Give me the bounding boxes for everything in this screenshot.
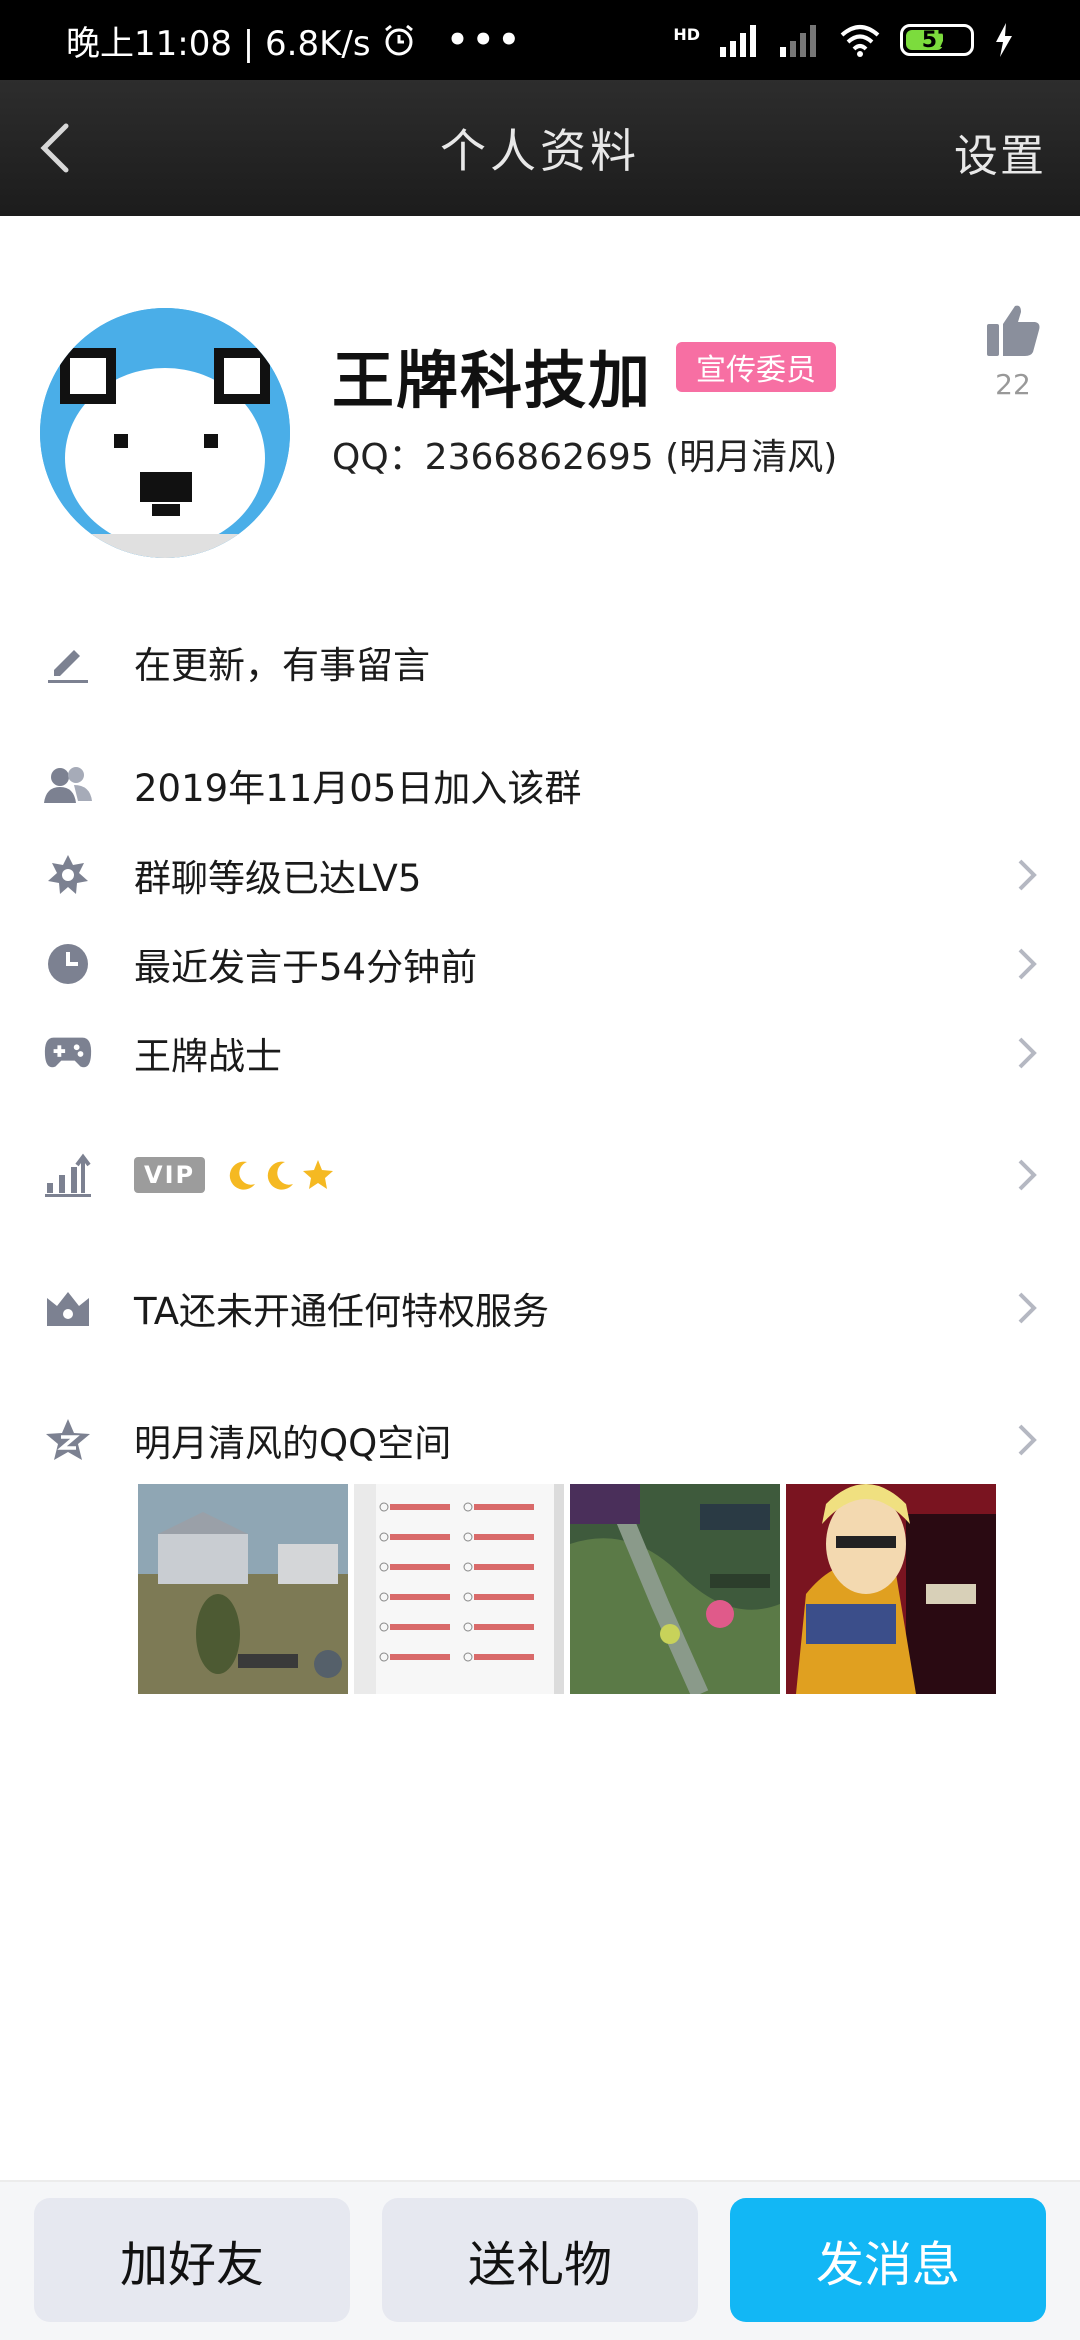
photo-thumbnail[interactable] bbox=[786, 1484, 996, 1694]
gamepad-icon bbox=[44, 1029, 92, 1077]
battery-icon: 57 bbox=[900, 24, 974, 56]
chevron-right-icon bbox=[1018, 1159, 1037, 1191]
chevron-right-icon bbox=[1018, 1292, 1037, 1324]
qzone-row[interactable]: 明月清风的QQ空间 bbox=[0, 1395, 1080, 1485]
chevron-right-icon bbox=[1018, 1424, 1037, 1456]
photo-thumbnail[interactable] bbox=[570, 1484, 780, 1694]
rank-chart-icon bbox=[44, 1151, 92, 1199]
game-text: 王牌战士 bbox=[134, 1035, 282, 1078]
status-time: 晚上11:08 | 6.8K/s bbox=[66, 23, 371, 64]
photo-thumbnail[interactable] bbox=[354, 1484, 564, 1694]
like-button[interactable]: 22 bbox=[980, 302, 1046, 401]
page-title: 个人资料 bbox=[440, 124, 640, 178]
level-row[interactable]: 群聊等级已达LV5 bbox=[0, 830, 1080, 920]
level-text: 群聊等级已达LV5 bbox=[134, 857, 422, 900]
signature-row: 在更新，有事留言 bbox=[0, 617, 1080, 707]
bottom-action-bar: 加好友 送礼物 发消息 bbox=[0, 2182, 1080, 2340]
game-row[interactable]: 王牌战士 bbox=[0, 1008, 1080, 1098]
panda-avatar-icon bbox=[40, 308, 290, 558]
like-count: 22 bbox=[995, 368, 1031, 401]
moon-icon bbox=[267, 1161, 294, 1190]
signal-icon bbox=[720, 25, 756, 57]
charging-icon bbox=[996, 23, 1012, 57]
signature-text: 在更新，有事留言 bbox=[134, 644, 430, 687]
star-icon bbox=[303, 1160, 334, 1189]
pencil-icon bbox=[44, 638, 92, 686]
alarm-icon bbox=[384, 24, 413, 56]
vip-row[interactable]: VIP bbox=[0, 1130, 1080, 1220]
vip-level-icons bbox=[225, 1158, 335, 1192]
role-badge: 宣传委员 bbox=[676, 342, 836, 392]
more-dots-icon: ••• bbox=[446, 20, 524, 60]
thumbs-up-icon bbox=[987, 305, 1040, 356]
crown-icon bbox=[44, 1284, 92, 1332]
back-icon[interactable] bbox=[28, 118, 88, 178]
chevron-right-icon bbox=[1018, 948, 1037, 980]
chevron-right-icon bbox=[1018, 859, 1037, 891]
signal-2-icon bbox=[780, 25, 816, 57]
send-message-button[interactable]: 发消息 bbox=[730, 2198, 1046, 2322]
joined-row: 2019年11月05日加入该群 bbox=[0, 740, 1080, 830]
battery-level: 57 bbox=[921, 27, 953, 53]
add-friend-button[interactable]: 加好友 bbox=[34, 2198, 350, 2322]
profile-name: 王牌科技加 bbox=[332, 344, 653, 417]
status-bar: 晚上11:08 | 6.8K/s ••• HD 57 bbox=[0, 0, 1080, 80]
members-icon bbox=[44, 761, 92, 809]
photo-thumbnail[interactable] bbox=[138, 1484, 348, 1694]
privilege-row[interactable]: TA还未开通任何特权服务 bbox=[0, 1263, 1080, 1353]
last-spoke-text: 最近发言于54分钟前 bbox=[134, 946, 478, 989]
vip-tag: VIP bbox=[134, 1157, 206, 1193]
send-gift-button[interactable]: 送礼物 bbox=[382, 2198, 698, 2322]
level-star-icon bbox=[44, 851, 92, 899]
privilege-text: TA还未开通任何特权服务 bbox=[134, 1290, 550, 1333]
avatar[interactable] bbox=[40, 308, 290, 558]
joined-text: 2019年11月05日加入该群 bbox=[134, 767, 582, 810]
network-type: HD bbox=[673, 25, 700, 44]
wifi-icon bbox=[840, 25, 880, 57]
chevron-right-icon bbox=[1018, 1037, 1037, 1069]
qzone-photos bbox=[138, 1484, 998, 1694]
last-spoke-row[interactable]: 最近发言于54分钟前 bbox=[0, 919, 1080, 1009]
qzone-star-icon bbox=[44, 1416, 92, 1464]
clock-icon bbox=[44, 940, 92, 988]
qzone-text: 明月清风的QQ空间 bbox=[134, 1422, 452, 1465]
settings-button[interactable]: 设置 bbox=[954, 120, 1046, 184]
qq-number: QQ：2366862695 (明月清风) bbox=[332, 437, 838, 478]
nav-bar: 个人资料 设置 bbox=[0, 80, 1080, 216]
moon-icon bbox=[229, 1161, 256, 1190]
